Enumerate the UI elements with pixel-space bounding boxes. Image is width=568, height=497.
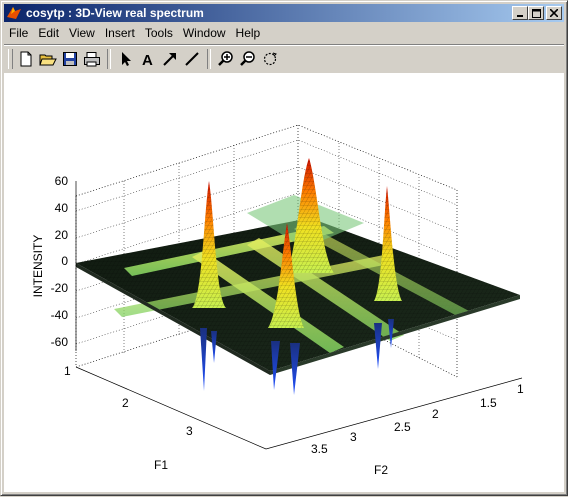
z-tick-label: -20 — [51, 281, 69, 295]
f1-axis: 1 2 3 F1 — [64, 364, 193, 472]
spectrum-surface — [76, 158, 520, 395]
menu-view[interactable]: View — [64, 26, 100, 40]
menu-file[interactable]: File — [4, 26, 33, 40]
zoom-out-button[interactable] — [237, 48, 259, 70]
z-tick-label: -40 — [51, 308, 69, 322]
surface-plot[interactable]: 60 40 20 0 -20 -40 -60 INTENSITY 1 2 3 F… — [4, 73, 564, 492]
menu-bar: File Edit View Insert Tools Window Help — [4, 23, 265, 42]
menu-window[interactable]: Window — [178, 26, 231, 40]
f2-axis-label: F2 — [374, 463, 388, 477]
print-button[interactable] — [81, 48, 103, 70]
z-tick-label: 0 — [61, 254, 68, 268]
zoom-in-icon — [218, 51, 233, 66]
toolbar-separator — [107, 49, 111, 69]
edit-plot-button[interactable] — [115, 48, 137, 70]
open-file-button[interactable] — [37, 48, 59, 70]
window-title: cosytp : 3D-View real spectrum — [26, 6, 204, 20]
zoom-in-button[interactable] — [215, 48, 237, 70]
figure-window: cosytp : 3D-View real spectrum File Edit… — [0, 0, 568, 496]
z-axis: 60 40 20 0 -20 -40 -60 INTENSITY — [31, 174, 77, 351]
zoom-out-icon — [240, 51, 255, 66]
insert-line-button[interactable] — [181, 48, 203, 70]
f1-tick-label: 3 — [186, 424, 193, 438]
maximize-button[interactable] — [528, 6, 544, 20]
save-icon — [63, 52, 77, 66]
toolbar-grip[interactable] — [8, 49, 13, 69]
f2-tick-label: 1.5 — [480, 396, 497, 410]
rotate-3d-button[interactable] — [259, 48, 281, 70]
z-tick-label: 60 — [55, 174, 69, 188]
insert-text-icon: A — [142, 52, 153, 67]
open-file-icon — [39, 54, 57, 66]
z-axis-label: INTENSITY — [31, 235, 45, 298]
insert-line-icon — [185, 52, 199, 66]
figure-toolbar: A — [4, 44, 564, 73]
insert-arrow-icon — [163, 53, 176, 66]
toolbar-separator — [207, 49, 211, 69]
f1-axis-label: F1 — [154, 458, 168, 472]
f2-tick-label: 3.5 — [311, 442, 328, 456]
maximize-icon — [531, 8, 541, 18]
menu-edit[interactable]: Edit — [33, 26, 64, 40]
insert-arrow-button[interactable] — [159, 48, 181, 70]
new-figure-icon — [20, 51, 32, 67]
f2-axis: 1 1.5 2 2.5 3 3.5 F2 — [311, 382, 524, 477]
rotate-3d-icon — [263, 52, 277, 66]
new-figure-button[interactable] — [15, 48, 37, 70]
z-tick-label: 20 — [55, 228, 69, 242]
f2-tick-label: 3 — [350, 430, 357, 444]
edit-plot-arrow-icon — [122, 52, 131, 66]
close-button[interactable] — [546, 6, 562, 20]
title-bar[interactable]: cosytp : 3D-View real spectrum — [4, 4, 564, 22]
print-icon — [84, 52, 100, 67]
f1-tick-label: 1 — [64, 364, 71, 378]
z-tick-label: -60 — [51, 335, 69, 349]
f1-tick-label: 2 — [122, 396, 129, 410]
menu-insert[interactable]: Insert — [100, 26, 140, 40]
z-tick-label: 40 — [55, 201, 69, 215]
insert-text-glyph: A — [142, 52, 153, 67]
figure-canvas[interactable]: 60 40 20 0 -20 -40 -60 INTENSITY 1 2 3 F… — [4, 73, 564, 492]
minimize-button[interactable] — [512, 6, 528, 20]
menu-tools[interactable]: Tools — [140, 26, 178, 40]
minimize-icon — [517, 15, 523, 17]
f2-tick-label: 1 — [517, 382, 524, 396]
matlab-logo-icon — [7, 7, 21, 19]
save-button[interactable] — [59, 48, 81, 70]
f2-tick-label: 2 — [432, 407, 439, 421]
insert-text-button[interactable]: A — [137, 48, 159, 70]
close-icon — [550, 9, 558, 17]
f2-tick-label: 2.5 — [394, 420, 411, 434]
menu-help[interactable]: Help — [231, 26, 266, 40]
